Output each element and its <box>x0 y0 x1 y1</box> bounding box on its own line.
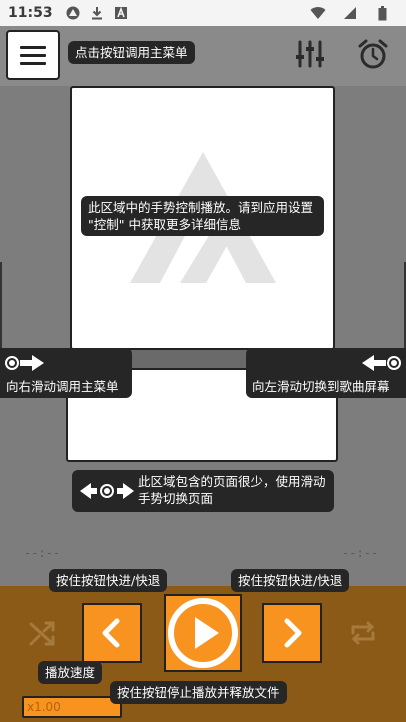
swipe-right-label: 向右滑动调用主菜单 <box>6 379 119 394</box>
repeat-icon[interactable] <box>348 618 378 648</box>
swipe-left-icon <box>362 355 401 371</box>
menu-tooltip: 点击按钮调用主菜单 <box>68 41 195 64</box>
gesture-tooltip: 此区域中的手势控制播放。请到应用设置 "控制" 中获取更多详细信息 <box>81 196 324 236</box>
speed-tooltip: 播放速度 <box>38 661 103 684</box>
app-a-icon <box>113 5 129 21</box>
wifi-icon <box>310 5 326 21</box>
shuffle-icon[interactable] <box>28 618 58 648</box>
time-total: --:-- <box>342 546 379 560</box>
chevron-right-icon <box>284 618 302 648</box>
previous-button[interactable] <box>82 603 142 663</box>
playback-speed-slider[interactable]: x1.00 <box>22 696 122 718</box>
swipe-right-icon <box>5 355 44 371</box>
swipe-left-label: 向左滑动切换到歌曲屏幕 <box>252 379 390 394</box>
signal-icon <box>342 5 358 21</box>
play-tooltip: 按住按钮停止播放并释放文件 <box>110 681 287 704</box>
swipe-left-tooltip: 向左滑动切换到歌曲屏幕 <box>246 348 406 398</box>
chevron-left-icon <box>102 618 120 648</box>
next-button[interactable] <box>262 603 322 663</box>
status-time: 11:53 <box>8 5 53 21</box>
page-swipe-tooltip: 此区域包含的页面很少，使用滑动手势切换页面 <box>72 470 334 512</box>
page-swipe-label: 此区域包含的页面很少，使用滑动手势切换页面 <box>138 474 326 506</box>
download-icon <box>89 5 105 21</box>
swipe-right-tooltip: 向右滑动调用主菜单 <box>0 348 132 398</box>
prev-tooltip: 按住按钮快进/快退 <box>49 569 168 592</box>
play-button[interactable] <box>164 594 242 672</box>
swipe-both-icon <box>80 483 134 499</box>
play-icon <box>168 598 238 668</box>
next-tooltip: 按住按钮快进/快退 <box>231 569 350 592</box>
main-menu-button[interactable] <box>6 30 60 80</box>
hamburger-icon <box>20 45 46 49</box>
equalizer-icon[interactable] <box>294 38 326 70</box>
status-bar: 11:53 <box>0 0 406 26</box>
time-elapsed: --:-- <box>24 546 61 560</box>
warning-triangle-icon <box>65 5 81 21</box>
battery-icon <box>374 5 390 21</box>
app-bar <box>0 26 406 86</box>
alarm-icon[interactable] <box>357 38 389 70</box>
